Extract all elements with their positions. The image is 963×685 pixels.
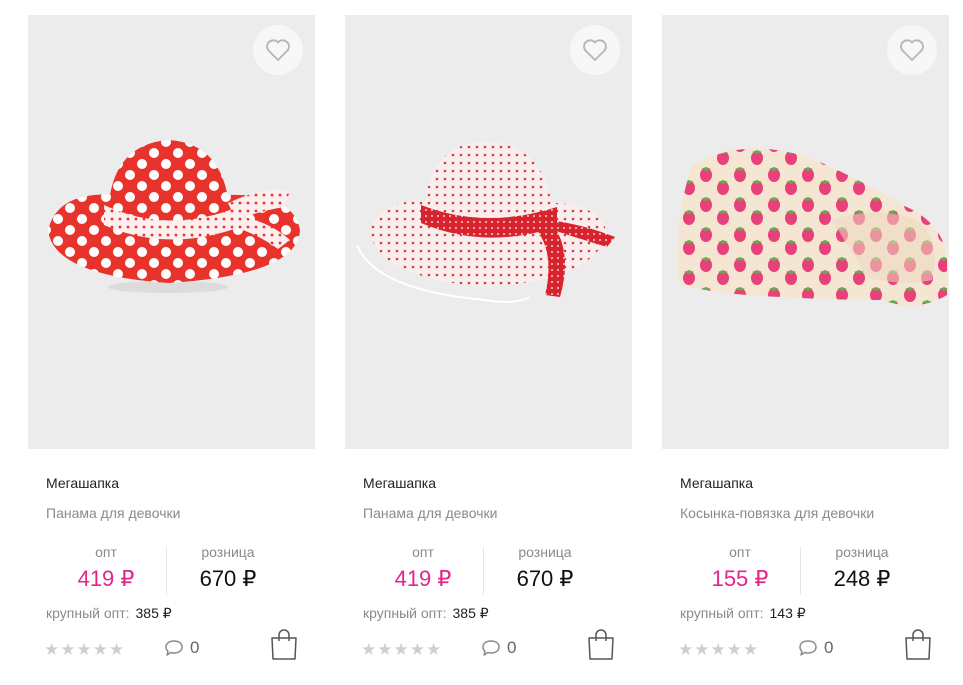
- brand-name[interactable]: Мегашапка: [363, 475, 436, 491]
- comments-link[interactable]: 0: [798, 638, 833, 658]
- white-polka-dot-panama-hat-image: [356, 141, 615, 303]
- strawberry-headband-image: [677, 148, 947, 306]
- star-icon[interactable]: ★: [109, 641, 124, 659]
- wholesale-price: 419 ₽: [394, 566, 452, 591]
- product-card[interactable]: Мегашапка Панама для девочки опт 419 ₽ р…: [28, 15, 315, 675]
- star-icon[interactable]: ★: [361, 641, 376, 659]
- wholesale-label: опт: [95, 544, 117, 560]
- price-divider: [800, 547, 801, 595]
- wholesale-price-column: опт 155 ₽: [680, 543, 800, 594]
- star-icon[interactable]: ★: [77, 641, 92, 659]
- price-divider: [166, 547, 167, 595]
- heart-icon: [583, 39, 607, 61]
- product-card[interactable]: Мегашапка Панама для девочки опт 419 ₽ р…: [345, 15, 632, 675]
- retail-price-column: розница 670 ₽: [168, 543, 288, 594]
- speech-bubble-icon: [799, 640, 817, 656]
- shopping-bag-icon[interactable]: [270, 627, 298, 661]
- product-photo[interactable]: [28, 15, 315, 449]
- wholesale-label: опт: [412, 544, 434, 560]
- star-icon[interactable]: ★: [377, 641, 392, 659]
- star-icon[interactable]: ★: [93, 641, 108, 659]
- bulk-price-row: крупный опт: 143 ₽: [680, 605, 806, 622]
- product-photo[interactable]: [345, 15, 632, 449]
- product-name[interactable]: Косынка-повязка для девочки: [680, 505, 874, 521]
- star-icon[interactable]: ★: [727, 641, 742, 659]
- wholesale-price-column: опт 419 ₽: [46, 543, 166, 594]
- comments-count: 0: [190, 638, 200, 657]
- bulk-price-row: крупный опт: 385 ₽: [363, 605, 489, 622]
- price-block: опт 419 ₽ розница 670 ₽: [363, 543, 613, 605]
- comments-count: 0: [824, 638, 834, 657]
- bulk-price: 143 ₽: [769, 605, 806, 621]
- favorite-button[interactable]: [887, 25, 937, 75]
- price-block: опт 419 ₽ розница 670 ₽: [46, 543, 296, 605]
- wholesale-price: 419 ₽: [77, 566, 135, 591]
- star-icon[interactable]: ★: [410, 641, 425, 659]
- favorite-button[interactable]: [570, 25, 620, 75]
- retail-label: розница: [518, 544, 572, 560]
- rating-stars[interactable]: ★ ★ ★ ★ ★: [361, 641, 441, 659]
- speech-bubble-icon: [165, 640, 183, 656]
- product-name[interactable]: Панама для девочки: [363, 505, 497, 521]
- comments-link[interactable]: 0: [481, 638, 516, 658]
- wholesale-price: 155 ₽: [711, 566, 769, 591]
- star-icon[interactable]: ★: [743, 641, 758, 659]
- product-name[interactable]: Панама для девочки: [46, 505, 180, 521]
- retail-label: розница: [835, 544, 889, 560]
- star-icon[interactable]: ★: [60, 641, 75, 659]
- star-icon[interactable]: ★: [678, 641, 693, 659]
- star-icon[interactable]: ★: [694, 641, 709, 659]
- speech-bubble-icon: [482, 640, 500, 656]
- favorite-button[interactable]: [253, 25, 303, 75]
- bulk-price: 385 ₽: [452, 605, 489, 621]
- shopping-bag-icon[interactable]: [904, 627, 932, 661]
- brand-name[interactable]: Мегашапка: [680, 475, 753, 491]
- red-polka-dot-panama-hat-image: [48, 140, 300, 293]
- bulk-label: крупный опт:: [680, 605, 764, 621]
- star-icon[interactable]: ★: [394, 641, 409, 659]
- bulk-label: крупный опт:: [46, 605, 130, 621]
- price-divider: [483, 547, 484, 595]
- shopping-bag-icon[interactable]: [587, 627, 615, 661]
- retail-price: 248 ₽: [833, 566, 891, 591]
- bulk-price: 385 ₽: [135, 605, 172, 621]
- bulk-price-row: крупный опт: 385 ₽: [46, 605, 172, 622]
- star-icon[interactable]: ★: [711, 641, 726, 659]
- brand-name[interactable]: Мегашапка: [46, 475, 119, 491]
- retail-price: 670 ₽: [516, 566, 574, 591]
- retail-price-column: розница 248 ₽: [802, 543, 922, 594]
- product-card[interactable]: Мегашапка Косынка-повязка для девочки оп…: [662, 15, 949, 675]
- product-grid: Мегашапка Панама для девочки опт 419 ₽ р…: [0, 0, 963, 685]
- comments-count: 0: [507, 638, 517, 657]
- bulk-label: крупный опт:: [363, 605, 447, 621]
- retail-price-column: розница 670 ₽: [485, 543, 605, 594]
- comments-link[interactable]: 0: [164, 638, 199, 658]
- retail-label: розница: [201, 544, 255, 560]
- star-icon[interactable]: ★: [426, 641, 441, 659]
- rating-stars[interactable]: ★ ★ ★ ★ ★: [678, 641, 758, 659]
- heart-icon: [900, 39, 924, 61]
- star-icon[interactable]: ★: [44, 641, 59, 659]
- wholesale-price-column: опт 419 ₽: [363, 543, 483, 594]
- wholesale-label: опт: [729, 544, 751, 560]
- retail-price: 670 ₽: [199, 566, 257, 591]
- product-photo[interactable]: [662, 15, 949, 449]
- price-block: опт 155 ₽ розница 248 ₽: [680, 543, 930, 605]
- rating-stars[interactable]: ★ ★ ★ ★ ★: [44, 641, 124, 659]
- heart-icon: [266, 39, 290, 61]
